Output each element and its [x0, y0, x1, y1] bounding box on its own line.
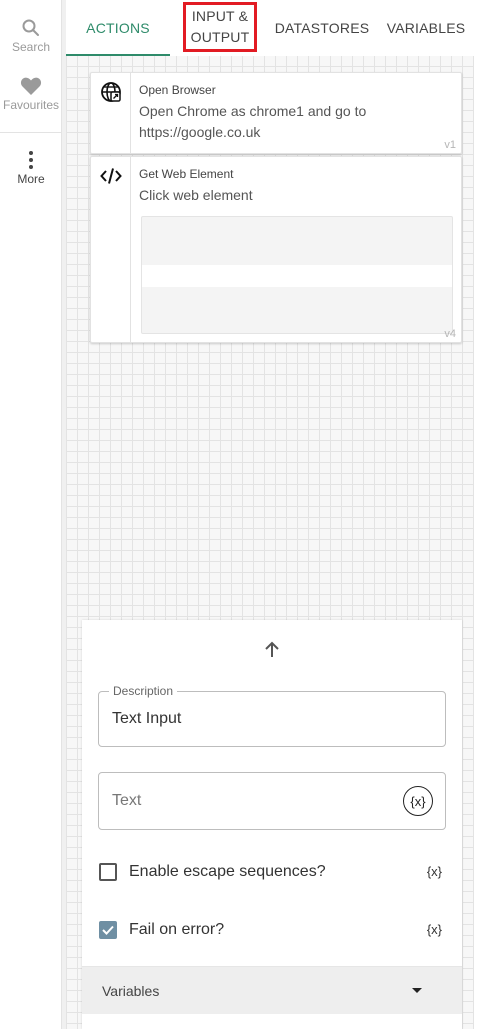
tab-input-output-line1: INPUT & [191, 8, 249, 24]
element-preview [141, 216, 453, 334]
escape-variable-button[interactable]: {x} [427, 864, 442, 879]
scroll-edge [474, 0, 483, 1029]
rail-divider [0, 132, 62, 133]
fail-on-error-label: Fail on error? [129, 921, 225, 938]
text-input[interactable] [112, 773, 392, 829]
fail-on-error-checkbox[interactable] [99, 921, 117, 939]
tab-variables[interactable]: VARIABLES [384, 0, 468, 56]
action-title: Open Browser [139, 83, 216, 97]
action-version: v1 [444, 139, 456, 151]
main-panel: ACTIONS INPUT & OUTPUT DATASTORES VARIAB… [66, 0, 474, 1029]
more-vertical-icon [29, 151, 33, 169]
action-version: v4 [444, 328, 456, 340]
tab-active-indicator [66, 54, 170, 56]
rail-favourites[interactable]: Favourites [0, 76, 62, 112]
fail-on-error-row: Fail on error? [98, 918, 446, 942]
action-card-open-browser[interactable]: Open Browser Open Chrome as chrome1 and … [90, 72, 462, 154]
variable-insert-button[interactable]: {x} [403, 786, 433, 816]
rail-favourites-label: Favourites [2, 98, 60, 112]
action-title: Get Web Element [139, 167, 234, 181]
tab-actions-label: ACTIONS [86, 20, 150, 36]
arrow-up-icon[interactable] [262, 640, 282, 660]
text-field[interactable]: {x} [98, 772, 446, 830]
tab-datastores[interactable]: DATASTORES [272, 0, 372, 56]
preview-band [142, 265, 452, 287]
description-input[interactable] [112, 692, 392, 746]
tab-input-output[interactable]: INPUT & OUTPUT [183, 2, 257, 52]
properties-panel: Description {x} Enable escape sequences?… [82, 620, 462, 1029]
rail-more-label: More [17, 172, 45, 186]
escape-sequences-checkbox[interactable] [99, 863, 117, 881]
tab-variables-label: VARIABLES [386, 20, 466, 36]
heart-icon [20, 77, 42, 95]
escape-sequences-row: Enable escape sequences? [98, 860, 446, 884]
search-icon [22, 19, 39, 36]
tab-input-output-line2: OUTPUT [190, 29, 250, 45]
description-field[interactable]: Description [98, 684, 446, 747]
caret-down-icon [412, 988, 422, 993]
variables-accordion-label: Variables [102, 983, 160, 999]
fail-variable-button[interactable]: {x} [427, 922, 442, 937]
tab-datastores-label: DATASTORES [274, 20, 370, 36]
action-description: Click web element [139, 187, 253, 203]
rail-search[interactable]: Search [0, 18, 62, 54]
globe-icon [101, 82, 121, 102]
code-icon [100, 168, 122, 184]
rail-more[interactable]: More [0, 150, 62, 186]
rail-search-label: Search [11, 40, 51, 54]
tab-bar: ACTIONS INPUT & OUTPUT DATASTORES VARIAB… [66, 0, 474, 56]
action-card-get-web-element[interactable]: Get Web Element Click web element v4 [90, 156, 462, 343]
variables-accordion[interactable]: Variables [82, 966, 462, 1014]
left-rail: Search Favourites More [0, 0, 62, 1029]
action-description: Open Chrome as chrome1 and go to https:/… [139, 103, 367, 140]
checkmark-icon [102, 925, 114, 935]
escape-sequences-label: Enable escape sequences? [129, 863, 326, 880]
tab-actions[interactable]: ACTIONS [66, 0, 170, 56]
